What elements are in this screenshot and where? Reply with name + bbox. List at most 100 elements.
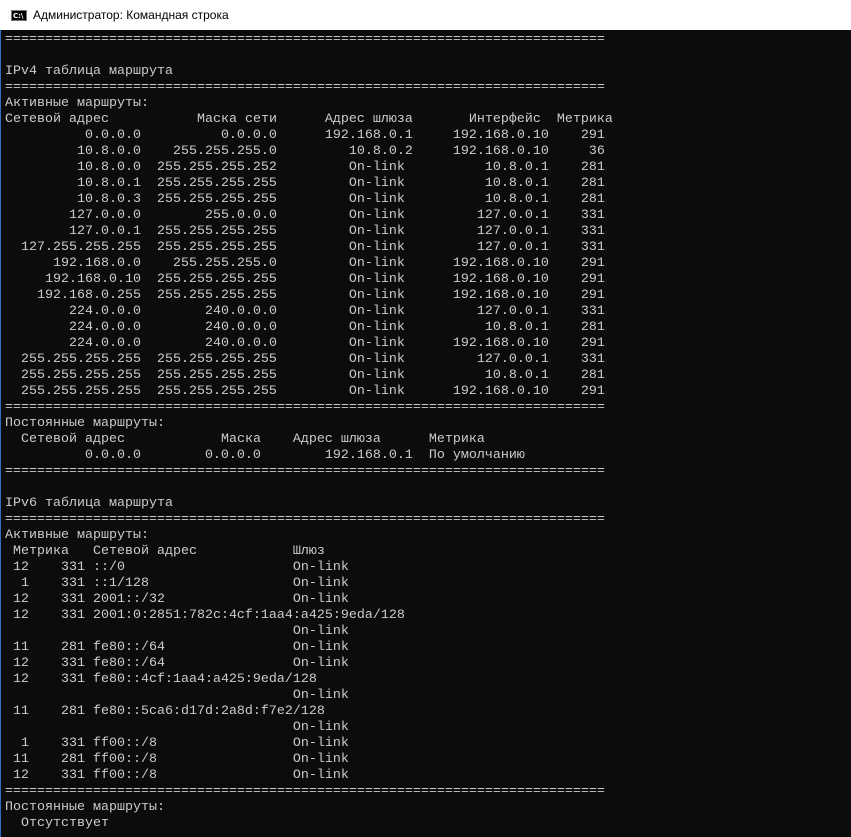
network-destination: 192.168.0.10 [44,272,141,287]
table-row-continuation: On-link [5,688,851,704]
interface: 10.8.0.1 [484,320,549,335]
interface-index: 12 [12,608,29,623]
table-row: 10.8.0.0 255.255.255.252 On-link 10.8.0.1 28… [5,160,851,176]
network-destination: 192.168.0.0 [52,256,141,271]
table-row: 127.0.0.0 255.0.0.0 On-link 127.0.0.1 331 [5,208,851,224]
network-address: fe80::/64 [92,656,165,671]
network-address: ff00::/8 [92,752,157,767]
interface-index: 1 [20,736,29,751]
table-row: 1 331 ::1/128 On-link [5,576,851,592]
netmask: 255.255.255.255 [156,192,277,207]
network-address: fe80::5ca6:d17d:2a8d:f7e2/128 [92,704,325,719]
gateway: On-link [348,240,405,255]
netmask: 255.255.255.255 [156,288,277,303]
gateway: On-link [292,688,349,703]
interface: 192.168.0.10 [452,336,549,351]
metric: 281 [60,704,85,719]
interface-index: 12 [12,672,29,687]
table-row: 12 331 fe80::4cf:1aa4:a425:9eda/128 [5,672,851,688]
network-destination: 10.8.0.0 [76,144,141,159]
network-address: 2001:0:2851:782c:4cf:1aa4:a425:9eda/128 [92,608,405,623]
interface: 127.0.0.1 [476,208,549,223]
table-row: 12 331 fe80::/64 On-link [5,656,851,672]
network-destination: 127.0.0.0 [68,208,141,223]
table-row-continuation: On-link [5,720,851,736]
metric: 291 [580,336,605,351]
netmask: 240.0.0.0 [204,320,277,335]
netmask: 240.0.0.0 [204,304,277,319]
gateway: On-link [348,160,405,175]
ipv4-persistent-header: Сетевой адрес Маска Адрес шлюза Метрика [5,432,485,447]
separator: ========================================… [5,32,605,47]
network-destination: 192.168.0.255 [36,288,141,303]
gateway: On-link [348,288,405,303]
network-destination: 0.0.0.0 [84,128,141,143]
metric: 331 [60,736,85,751]
gateway: On-link [292,592,349,607]
network-destination: 10.8.0.0 [76,160,141,175]
interface: 127.0.0.1 [476,352,549,367]
interface: 192.168.0.10 [452,272,549,287]
netmask: 255.255.255.0 [172,144,277,159]
metric: 281 [580,176,605,191]
gateway: On-link [348,272,405,287]
table-row: 1 331 ff00::/8 On-link [5,736,851,752]
table-row: 224.0.0.0 240.0.0.0 On-link 127.0.0.1 331 [5,304,851,320]
metric: 291 [580,384,605,399]
interface: 127.0.0.1 [476,240,549,255]
metric: 331 [580,240,605,255]
table-row: 12 331 2001::/32 On-link [5,592,851,608]
metric: 331 [60,768,85,783]
interface-index: 11 [12,640,29,655]
interface: 192.168.0.10 [452,128,549,143]
gateway: On-link [348,336,405,351]
table-row: 0.0.0.0 0.0.0.0 192.168.0.1 192.168.0.10 291 [5,128,851,144]
netmask: 255.255.255.255 [156,352,277,367]
gateway: On-link [348,224,405,239]
netmask: 0.0.0.0 [204,448,261,463]
metric: 281 [580,368,605,383]
interface: 192.168.0.10 [452,256,549,271]
table-row: 224.0.0.0 240.0.0.0 On-link 10.8.0.1 281 [5,320,851,336]
table-row: 0.0.0.0 0.0.0.0 192.168.0.1 По умолчанию [5,448,851,464]
network-destination: 255.255.255.255 [20,368,141,383]
network-destination: 255.255.255.255 [20,352,141,367]
table-row: 12 331 ::/0 On-link [5,560,851,576]
netmask: 255.255.255.0 [172,256,277,271]
table-row: 192.168.0.10 255.255.255.255 On-link 192.16… [5,272,851,288]
table-row: 192.168.0.255 255.255.255.255 On-link 192.1… [5,288,851,304]
interface: 192.168.0.10 [452,384,549,399]
metric: 291 [580,272,605,287]
table-row: 127.0.0.1 255.255.255.255 On-link 127.0.0.1… [5,224,851,240]
netmask: 0.0.0.0 [220,128,277,143]
ipv6-title: IPv6 таблица маршрута [5,496,173,511]
netmask: 255.255.255.255 [156,176,277,191]
netmask: 255.0.0.0 [204,208,277,223]
table-row: 10.8.0.3 255.255.255.255 On-link 10.8.0.1 28… [5,192,851,208]
table-row: 12 331 ff00::/8 On-link [5,768,851,784]
table-row: 255.255.255.255 255.255.255.255 On-link 127… [5,352,851,368]
cmd-icon: C:\ [11,9,27,21]
interface: 127.0.0.1 [476,224,549,239]
ipv6-active-header: Метрика Сетевой адрес Шлюз [5,544,325,559]
gateway: On-link [292,752,349,767]
network-destination: 224.0.0.0 [68,304,141,319]
metric: По умолчанию [428,448,525,463]
gateway: On-link [292,720,349,735]
gateway: 192.168.0.1 [324,448,413,463]
interface: 10.8.0.1 [484,192,549,207]
gateway: 10.8.0.2 [348,144,413,159]
table-row: 10.8.0.1 255.255.255.255 On-link 10.8.0.1 28… [5,176,851,192]
network-address: ff00::/8 [92,768,157,783]
gateway: On-link [348,368,405,383]
gateway: 192.168.0.1 [324,128,413,143]
netmask: 255.255.255.255 [156,384,277,399]
interface: 10.8.0.1 [484,160,549,175]
gateway: On-link [292,656,349,671]
table-row: 127.255.255.255 255.255.255.255 On-link 127… [5,240,851,256]
gateway: On-link [348,256,405,271]
metric: 291 [580,288,605,303]
title-bar: C:\ Администратор: Командная строка [0,0,851,30]
console-output[interactable]: ========================================… [0,30,851,837]
